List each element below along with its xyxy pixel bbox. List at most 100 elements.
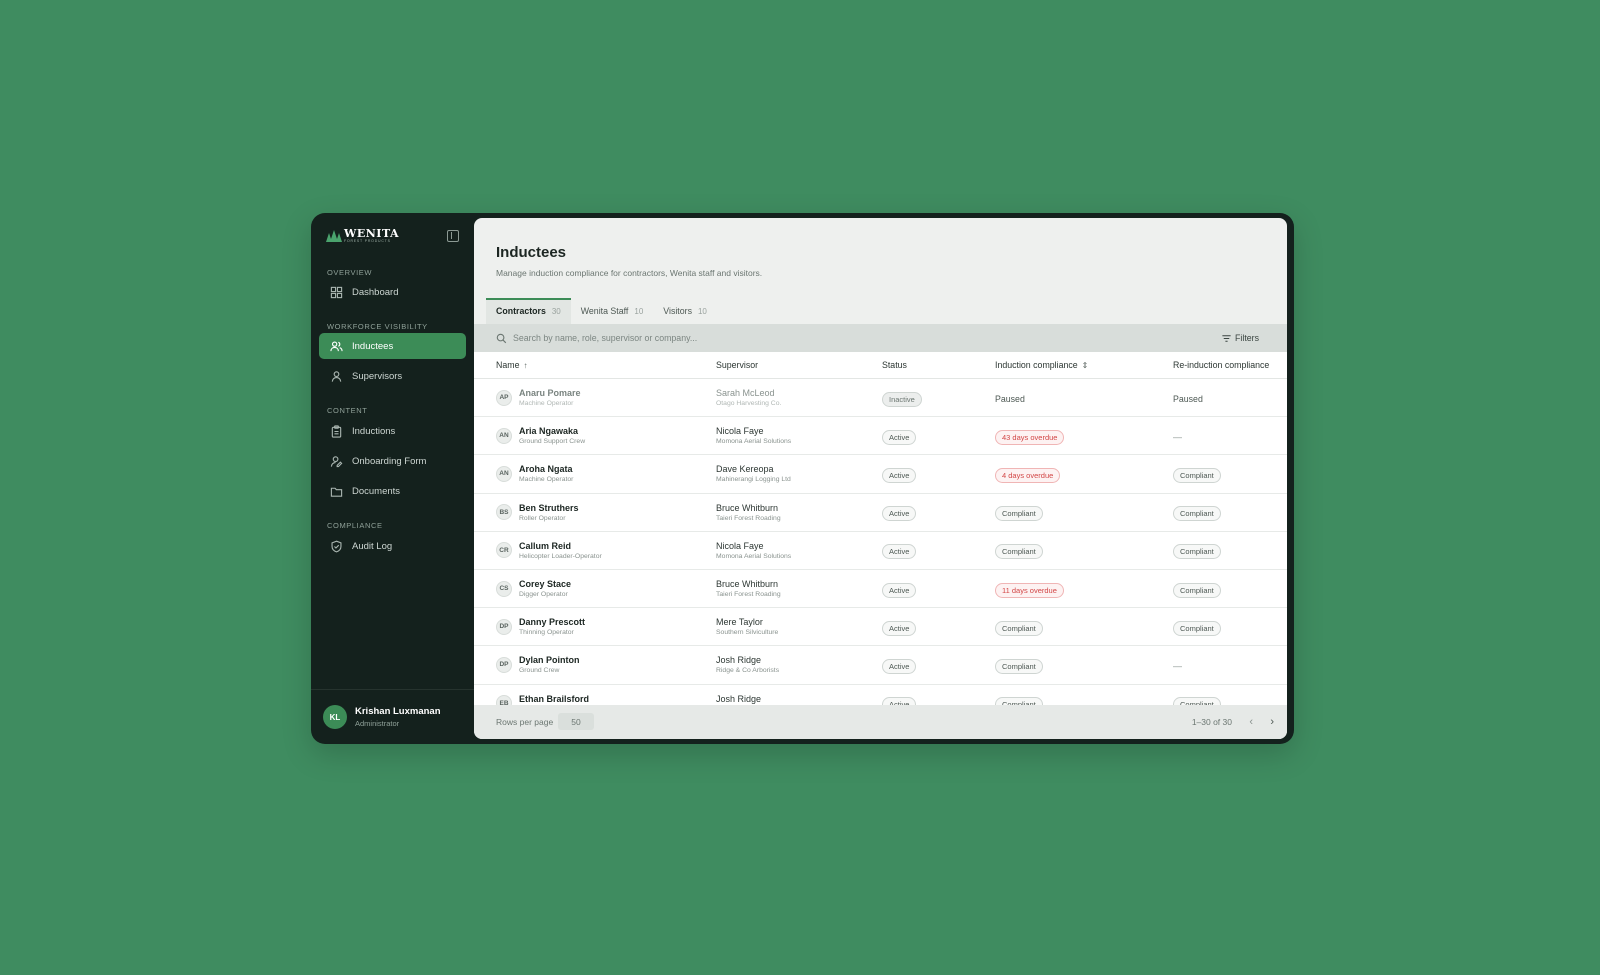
table-row[interactable]: CS Corey Stace Digger Operator Bruce Whitbu… — [474, 570, 1287, 609]
status-cell: Active — [882, 465, 917, 483]
supervisor-cell: Nicola Faye Momona Aerial Solutions — [716, 541, 791, 560]
column-header-status[interactable]: Status — [882, 360, 907, 370]
filters-label: Filters — [1235, 333, 1259, 343]
table-row[interactable]: DP Danny Prescott Thinning Operator Mere Ta… — [474, 608, 1287, 647]
inductee-name: Aria Ngawaka — [519, 426, 579, 437]
inductee-role: Ground Crew — [519, 667, 560, 675]
next-page-icon[interactable]: › — [1270, 716, 1274, 728]
reinduction-compliance-badge: — — [1173, 431, 1182, 442]
column-header-name[interactable]: Name ↑ — [496, 360, 527, 370]
induction-compliance-badge: Compliant — [995, 544, 1043, 560]
app-window: WENITA FOREST PRODUCTS OVERVIEW Dashboar… — [311, 213, 1294, 744]
shield-check-icon — [329, 539, 343, 553]
previous-page-icon[interactable]: ‹ — [1249, 716, 1253, 728]
sidebar-item-supervisors[interactable]: Supervisors — [319, 363, 466, 389]
status-badge: Active — [882, 506, 917, 522]
tab-bar: Contractors 30 Wenita Staff 10 Visitors 10 — [486, 298, 717, 324]
status-badge: Active — [882, 697, 917, 705]
inductee-name: Anaru Pomare — [519, 388, 581, 399]
collapse-sidebar-icon[interactable] — [447, 230, 459, 242]
sidebar-item-onboarding-form[interactable]: Onboarding Form — [319, 448, 466, 474]
table-row[interactable]: BS Ben Struthers Roller Operator Bruce Whit… — [474, 494, 1287, 532]
table-row[interactable]: CR Callum Reid Helicopter Loader-Operator N… — [474, 532, 1287, 570]
supervisor-cell: Josh RidgeRidge & Co Arborists — [716, 655, 779, 674]
column-header-supervisor[interactable]: Supervisor — [716, 360, 758, 370]
search-bar: Filters — [474, 324, 1287, 352]
column-header-reinduction[interactable]: Re-induction compliance — [1173, 360, 1269, 370]
reinduction-cell: Compliant — [1173, 465, 1221, 483]
induction-compliance-badge: 11 days overdue — [995, 582, 1064, 598]
sidebar-item-inductees[interactable]: Inductees — [319, 333, 466, 359]
column-header-label: Re-induction compliance — [1173, 360, 1270, 370]
search-input[interactable] — [513, 333, 1113, 343]
sidebar-item-documents[interactable]: Documents — [319, 478, 466, 504]
sidebar-item-audit-log[interactable]: Audit Log — [319, 533, 466, 559]
avatar: CR — [496, 542, 512, 559]
filter-icon — [1222, 334, 1231, 342]
table-footer: Rows per page 50 1–30 of 30 ‹ › — [474, 705, 1287, 739]
name-cell: DP Dylan Pointon Ground Crew — [496, 655, 580, 674]
induction-cell: Compliant — [995, 541, 1043, 560]
user-icon — [329, 369, 343, 383]
reinduction-compliance-badge: Compliant — [1173, 582, 1221, 598]
inductee-name: Corey Stace — [519, 579, 572, 590]
users-icon — [329, 339, 343, 353]
inductee-role: Machine Operator — [519, 400, 574, 408]
inductee-name: Callum Reid — [519, 540, 572, 551]
table-row[interactable]: DP Dylan Pointon Ground Crew Josh Ridge Ridg… — [474, 646, 1287, 685]
induction-compliance-badge: 4 days overdue — [995, 467, 1061, 483]
rows-per-page-select[interactable]: 50 — [558, 713, 594, 730]
supervisor-company: Taieri Forest Roading — [716, 514, 781, 522]
sort-icon: ⇕ — [1081, 360, 1089, 370]
avatar: AP — [496, 389, 512, 406]
tab-visitors[interactable]: Visitors 10 — [653, 298, 717, 324]
tab-label: Visitors — [663, 306, 692, 316]
filters-button[interactable]: Filters — [1221, 324, 1259, 352]
grid-icon — [329, 285, 343, 299]
name-cell: AN Aroha Ngata Machine Operator — [496, 464, 573, 483]
reinduction-cell: Compliant — [1173, 541, 1221, 560]
column-header-label: Name — [496, 360, 520, 370]
induction-cell: Compliant — [995, 694, 1043, 705]
column-header-induction[interactable]: Induction compliance ⇕ — [995, 360, 1088, 370]
supervisor-name: Sarah McLeod — [716, 388, 775, 399]
table-row[interactable]: AP Anaru Pomare Machine Operator Sarah McLe… — [474, 379, 1287, 418]
reinduction-cell: Compliant — [1173, 618, 1221, 636]
tab-wenita-staff[interactable]: Wenita Staff 10 — [571, 298, 654, 324]
inductee-name: Aroha Ngata — [519, 464, 573, 475]
inductee-name: Ethan Brailsford — [519, 693, 590, 704]
supervisor-name: Bruce Whitburn — [716, 502, 779, 513]
reinduction-compliance-badge: Compliant — [1173, 506, 1221, 522]
tab-count: 30 — [551, 306, 561, 316]
sidebar-item-label: Inductions — [352, 425, 396, 437]
table-row[interactable]: AN Aria Ngawaka Ground Support Crew Nicola … — [474, 417, 1287, 456]
induction-compliance-badge: Compliant — [995, 506, 1043, 522]
user-profile[interactable]: KL Krishan Luxmanan Administrator — [323, 705, 441, 729]
table-row[interactable]: EBEthan BrailsfordArborist / ClimberJosh… — [474, 685, 1287, 705]
avatar: EB — [496, 695, 512, 705]
induction-compliance-badge: Compliant — [995, 658, 1043, 674]
sidebar-item-dashboard[interactable]: Dashboard — [319, 279, 466, 305]
supervisor-cell: Bruce Whitburn Taieri Forest Roading — [716, 503, 781, 522]
avatar: CS — [496, 580, 512, 597]
sidebar: WENITA FOREST PRODUCTS OVERVIEW Dashboar… — [311, 213, 474, 744]
name-cell: AN Aria Ngawaka Ground Support Crew — [496, 426, 585, 445]
name-cell: EBEthan BrailsfordArborist / Climber — [496, 694, 589, 705]
reinduction-cell: Compliant — [1173, 580, 1221, 598]
table-row[interactable]: AN Aroha Ngata Machine Operator Dave Kereop… — [474, 455, 1287, 494]
tab-contractors[interactable]: Contractors 30 — [486, 298, 571, 324]
section-label-workforce: WORKFORCE VISIBILITY — [327, 322, 428, 331]
induction-cell: 11 days overdue — [995, 580, 1064, 598]
supervisor-cell: Sarah McLeod Otago Harvesting Co. — [716, 388, 781, 407]
brand-subtitle: FOREST PRODUCTS — [344, 239, 391, 243]
inductee-role: Thinning Operator — [519, 629, 574, 637]
sidebar-divider — [311, 689, 474, 690]
supervisor-company: Ridge & Co Arborists — [716, 667, 780, 675]
induction-compliance-badge: 43 days overdue — [995, 429, 1065, 445]
clipboard-icon — [329, 424, 343, 438]
sidebar-item-inductions[interactable]: Inductions — [319, 418, 466, 444]
reinduction-cell: Compliant — [1173, 694, 1221, 705]
brand-name: WENITA — [344, 227, 400, 240]
sidebar-item-label: Inductees — [352, 340, 394, 352]
inductee-role: Digger Operator — [519, 591, 568, 599]
